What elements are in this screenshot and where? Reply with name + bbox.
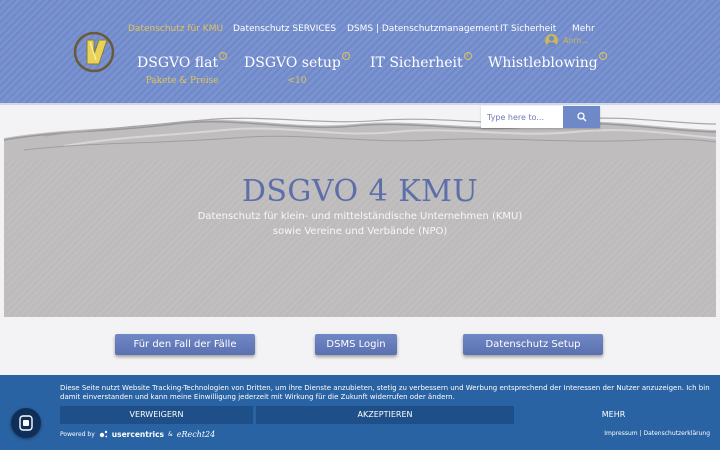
top-nav-more[interactable]: Mehr [572, 24, 595, 34]
user-icon [545, 34, 558, 47]
consent-text: Diese Seite nutzt Website Tracking-Techn… [60, 384, 710, 401]
top-nav-dsms[interactable]: DSMS | Datenschutzmanagement [347, 24, 499, 34]
top-nav-it-sicherheit[interactable]: IT Sicherheit [500, 24, 556, 34]
hero-subtitle-line1: Datenschutz für klein- und mittelständis… [197, 211, 523, 222]
usercentrics-icon [99, 430, 107, 438]
ampersand: & [168, 431, 173, 438]
hero-title: DSGVO 4 KMU [241, 174, 479, 209]
deny-button[interactable]: VERWEIGERN [60, 406, 253, 424]
info-icon: i [219, 52, 228, 60]
top-navigation: Datenschutz für KMU Datenschutz SERVICES… [0, 24, 720, 38]
info-icon: i [341, 52, 350, 60]
search-icon [576, 112, 586, 122]
cta-dsms-login-button[interactable]: DSMS Login [315, 334, 397, 355]
top-nav-datenschutz-services[interactable]: Datenschutz SERVICES [233, 24, 336, 34]
main-nav-whistleblowing[interactable]: Whistleblowing i [488, 52, 607, 76]
search-bar [481, 106, 600, 128]
login-link[interactable]: Anm... [545, 34, 589, 47]
powered-by-label: Powered by [60, 431, 95, 438]
main-nav-label: IT Sicherheit [370, 55, 463, 71]
fingerprint-icon [19, 415, 33, 431]
top-nav-datenschutz-kmu[interactable]: Datenschutz für KMU [128, 24, 223, 34]
info-icon: i [598, 52, 607, 60]
search-button[interactable] [563, 106, 600, 128]
main-nav-label: DSGVO flat [137, 55, 219, 71]
main-nav-dsgvo-setup[interactable]: DSGVO setup i <10 [244, 52, 350, 86]
site-header: Datenschutz für KMU Datenschutz SERVICES… [0, 0, 720, 105]
powered-by: Powered by usercentrics & eRecht24 [60, 430, 215, 439]
search-input[interactable] [481, 106, 563, 128]
cta-emergency-button[interactable]: Für den Fall der Fälle [115, 334, 255, 355]
privacy-settings-button[interactable] [11, 408, 41, 438]
login-label: Anm... [563, 36, 589, 45]
accept-button[interactable]: AKZEPTIEREN [256, 406, 514, 424]
usercentrics-logo[interactable]: usercentrics [112, 430, 164, 439]
main-nav-it-sicherheit[interactable]: IT Sicherheit i [370, 52, 472, 76]
info-icon: i [463, 52, 472, 60]
main-nav-dsgvo-flat[interactable]: DSGVO flat i Pakete & Preise [137, 52, 228, 86]
main-nav-label: Whistleblowing [488, 55, 598, 71]
hero-subtitle-line2: sowie Vereine und Verbände (NPO) [272, 226, 448, 237]
cta-datenschutz-setup-button[interactable]: Datenschutz Setup [463, 334, 603, 355]
wave-decoration [4, 117, 716, 160]
main-nav-sub: <10 [287, 76, 307, 86]
erecht24-logo[interactable]: eRecht24 [177, 430, 216, 439]
main-nav-label: DSGVO setup [244, 55, 341, 71]
main-nav-sub: Pakete & Preise [145, 76, 219, 86]
more-button[interactable]: MEHR [517, 406, 710, 424]
legal-links[interactable]: Impressum | Datenschutzerklärung [604, 430, 710, 437]
